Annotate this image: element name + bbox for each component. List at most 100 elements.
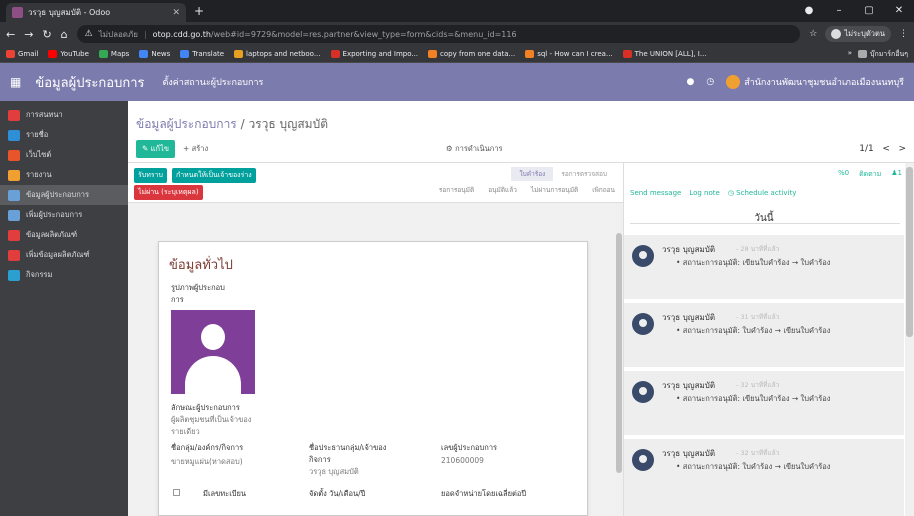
bookmark-gmail[interactable]: Gmail <box>6 50 38 58</box>
add-person-icon <box>8 209 20 221</box>
message-author[interactable]: วรวุธ บุญสมบัติ <box>662 447 715 460</box>
stage-rejected[interactable]: ไม่ผ่านการอนุมัติ <box>531 185 578 195</box>
create-button[interactable]: + สร้าง <box>183 143 208 155</box>
minimize-icon[interactable]: – <box>824 0 854 20</box>
attachment-icon[interactable]: %0 <box>838 169 849 180</box>
stage-request[interactable]: ใบคำร้อง <box>511 167 554 181</box>
browser-tab[interactable]: วรวุธ บุญสมบัติ - Odoo ✕ <box>6 3 186 22</box>
address-bar: ← → ↻ ⌂ ⚠ ไม่ปลอดภัย | otop.cdd.go.th/we… <box>0 22 914 46</box>
bookmark-youtube[interactable]: YouTube <box>48 50 89 58</box>
message-author[interactable]: วรวุธ บุญสมบัติ <box>662 379 715 392</box>
chat-icon[interactable]: ● <box>686 77 694 87</box>
message: วรวุธ บุญสมบัติ - 31 นาทีที่แล้ว • สถานะ… <box>624 303 904 367</box>
sales-label: ยอดจำหน่ายโดยเฉลี่ยต่อปี <box>441 489 527 498</box>
followers-icon[interactable]: ♟1 <box>891 169 902 180</box>
other-bookmarks[interactable]: บุ๊กมาร์กอื่นๆ <box>858 49 908 60</box>
bookmark-maps[interactable]: Maps <box>98 50 129 58</box>
url-input[interactable]: ⚠ ไม่ปลอดภัย | otop.cdd.go.th/web#id=972… <box>76 25 801 43</box>
bookmarks-bar: Gmail YouTube Maps News Translate laptop… <box>0 46 914 63</box>
chatter-scroll-thumb[interactable] <box>906 167 913 337</box>
avatar[interactable] <box>632 449 654 471</box>
clock-icon[interactable]: ◷ <box>706 77 714 87</box>
main-content: ข้อมูลผู้ประกอบการ / วรวุธ บุญสมบัติ ✎ แ… <box>128 101 914 516</box>
chatter: %0 ติดตาม ♟1 Send message Log note ◷ Sch… <box>623 163 914 516</box>
sidebar-item-products[interactable]: ข้อมูลผลิตภัณฑ์ <box>0 225 128 245</box>
chatter-scrollbar[interactable] <box>905 163 914 516</box>
bookmark-sql[interactable]: sql - How can I crea... <box>525 50 613 58</box>
menu-icon[interactable]: ⋮ <box>899 29 908 39</box>
follow-button[interactable]: ติดตาม <box>859 169 881 180</box>
reload-icon[interactable]: ↻ <box>42 28 51 41</box>
sidebar-item-activities[interactable]: กิจกรรม <box>0 265 128 285</box>
avatar <box>726 75 741 90</box>
avatar[interactable] <box>632 245 654 267</box>
form-sheet: ข้อมูลทั่วไป รูปภาพผู้ประกอบ การ ลักษณะผ… <box>158 241 588 516</box>
stage-review[interactable]: รอการตรวจสอบ <box>553 167 615 181</box>
sidebar-item-reports[interactable]: รายงาน <box>0 165 128 185</box>
url-host: otop.cdd.go.th <box>152 29 211 39</box>
sidebar-item-discuss[interactable]: การสนทนา <box>0 105 128 125</box>
sidebar: การสนทนา รายชื่อ เว็บไซต์ รายงาน ข้อมูลผ… <box>0 101 128 516</box>
bookmark-news[interactable]: News <box>139 50 170 58</box>
sidebar-item-website[interactable]: เว็บไซต์ <box>0 145 128 165</box>
form-scrollbar[interactable] <box>615 203 623 516</box>
record-icon[interactable]: ● <box>794 0 824 20</box>
shop-label: ชื่อกลุ่ม/องค์กร/กิจการ <box>171 443 244 452</box>
close-window-icon[interactable]: ✕ <box>884 0 914 20</box>
type-value-2: รายเดียว <box>171 427 200 436</box>
forward-icon[interactable]: → <box>24 28 33 41</box>
user-menu[interactable]: สำนักงานพัฒนาชุมชนอำเภอเมืองนนทบุรี <box>726 75 904 90</box>
avatar[interactable] <box>632 381 654 403</box>
pager-next-icon[interactable]: > <box>898 144 906 154</box>
stage-revoked[interactable]: เพิกถอน <box>592 185 615 195</box>
sidebar-item-contacts[interactable]: รายชื่อ <box>0 125 128 145</box>
close-tab-icon[interactable]: ✕ <box>172 8 180 18</box>
return-draft-button[interactable]: กำหนดให้เป็นเจ้าของร่าง <box>172 168 256 183</box>
accept-button[interactable]: รับทราบ <box>134 168 167 183</box>
send-message-button[interactable]: Send message <box>630 189 681 197</box>
avatar-placeholder-icon[interactable] <box>171 310 255 394</box>
profile-button[interactable]: ไม่ระบุตัวตน <box>825 26 891 42</box>
odoo-navbar: ▦ ข้อมูลผู้ประกอบการ ตั้งค่าสถานะผู้ประก… <box>0 63 914 101</box>
app-title[interactable]: ข้อมูลผู้ประกอบการ <box>35 72 144 93</box>
edit-button[interactable]: ✎ แก้ไข <box>136 140 175 158</box>
bookmark-translate[interactable]: Translate <box>180 50 224 58</box>
apps-grid-icon[interactable]: ▦ <box>10 75 21 89</box>
message-author[interactable]: วรวุธ บุญสมบัติ <box>662 311 715 324</box>
stage-pending[interactable]: รอการอนุมัติ <box>439 185 474 195</box>
day-divider <box>630 223 900 224</box>
form-scroll-thumb[interactable] <box>616 233 622 473</box>
bookmark-copy[interactable]: copy from one data... <box>428 50 515 58</box>
type-value: ผู้ผลิตชุมชนที่เป็นเจ้าของ <box>171 415 252 424</box>
bookmark-union[interactable]: The UNION [ALL], I... <box>622 50 707 58</box>
pager-prev-icon[interactable]: < <box>882 144 890 154</box>
reject-button[interactable]: ไม่ผ่าน (ระบุเหตุผล) <box>134 185 203 200</box>
breadcrumb-parent[interactable]: ข้อมูลผู้ประกอบการ <box>136 117 237 131</box>
avatar[interactable] <box>632 313 654 335</box>
home-icon[interactable]: ⌂ <box>61 28 68 41</box>
sidebar-item-entrepreneurs[interactable]: ข้อมูลผู้ประกอบการ <box>0 185 128 205</box>
browser-tab-bar: วรวุธ บุญสมบัติ - Odoo ✕ + ● – ▢ ✕ <box>0 0 914 22</box>
actions-dropdown[interactable]: ⚙ การดำเนินการ <box>446 143 503 155</box>
bookmark-laptops[interactable]: laptops and netboo... <box>234 50 321 58</box>
more-bookmarks-icon[interactable]: » <box>848 49 852 60</box>
has-reg-checkbox[interactable] <box>173 489 180 496</box>
menu-status-settings[interactable]: ตั้งค่าสถานะผู้ประกอบการ <box>163 75 264 89</box>
star-icon[interactable]: ☆ <box>809 29 817 39</box>
new-tab-icon[interactable]: + <box>194 4 204 18</box>
stage-approved[interactable]: อนุมัติแล้ว <box>488 185 517 195</box>
sidebar-item-add-entrepreneur[interactable]: เพิ่มผู้ประกอบการ <box>0 205 128 225</box>
profile-label: ไม่ระบุตัวตน <box>844 29 885 38</box>
bookmark-exporting[interactable]: Exporting and Impo... <box>330 50 418 58</box>
back-icon[interactable]: ← <box>6 28 15 41</box>
message: วรวุธ บุญสมบัติ - 28 นาทีที่แล้ว • สถานะ… <box>624 235 904 299</box>
log-note-button[interactable]: Log note <box>689 189 720 197</box>
form-view: รับทราบ กำหนดให้เป็นเจ้าของร่าง ไม่ผ่าน … <box>128 163 623 516</box>
message-author[interactable]: วรวุธ บุญสมบัติ <box>662 243 715 256</box>
owner-label: ชื่อประธานกลุ่ม/เจ้าของ <box>309 443 387 452</box>
pager: 1/1 < > <box>859 144 906 154</box>
form-statusbar: รับทราบ กำหนดให้เป็นเจ้าของร่าง ไม่ผ่าน … <box>128 163 623 203</box>
sidebar-item-add-product[interactable]: เพิ่มข้อมูลผลิตภัณฑ์ <box>0 245 128 265</box>
schedule-activity-button[interactable]: ◷ Schedule activity <box>728 189 797 197</box>
maximize-icon[interactable]: ▢ <box>854 0 884 20</box>
